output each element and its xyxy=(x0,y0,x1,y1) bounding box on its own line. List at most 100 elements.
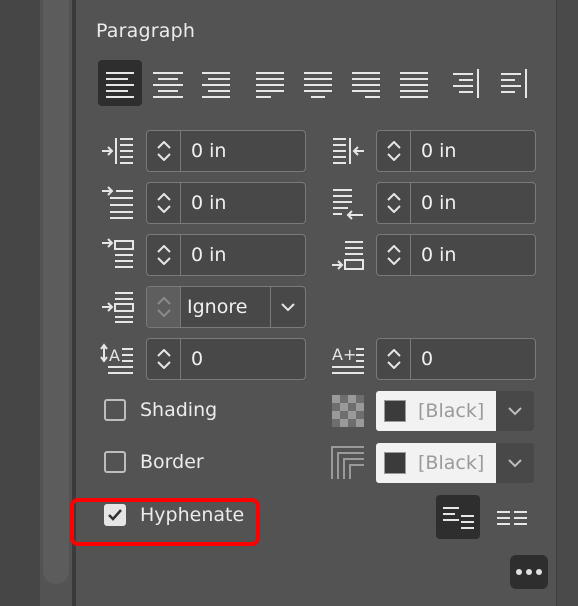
chevron-up-icon[interactable] xyxy=(386,349,401,357)
align-left-button[interactable] xyxy=(98,60,142,106)
align-away-from-spine-icon xyxy=(501,69,527,98)
align-right-button[interactable] xyxy=(194,60,238,106)
more-options-button[interactable] xyxy=(510,555,548,589)
align-to-grid-stepper xyxy=(147,287,181,327)
chevron-up-icon[interactable] xyxy=(386,245,401,253)
first-line-indent-stepper[interactable] xyxy=(147,183,181,223)
align-left-icon xyxy=(106,72,134,98)
alignment-toolbar xyxy=(98,60,538,106)
dot-icon xyxy=(536,569,542,575)
color-swatch xyxy=(384,452,406,474)
left-indent-field[interactable]: 0 in xyxy=(146,130,306,172)
chevron-down-icon[interactable] xyxy=(156,205,171,213)
justify-left-icon xyxy=(256,72,284,98)
chevron-up-icon[interactable] xyxy=(156,245,171,253)
last-line-indent-stepper[interactable] xyxy=(377,183,411,223)
right-indent-field[interactable]: 0 in xyxy=(376,130,536,172)
justify-right-button[interactable] xyxy=(344,60,388,106)
right-indent-value[interactable]: 0 in xyxy=(411,131,535,171)
right-panel-edge xyxy=(556,0,578,606)
drop-cap-characters-field[interactable]: 0 xyxy=(376,338,536,380)
columns-layout-button[interactable] xyxy=(490,495,534,539)
chevron-up-icon[interactable] xyxy=(156,349,171,357)
svg-text:A+: A+ xyxy=(332,345,356,364)
panel-title: Paragraph xyxy=(96,20,196,42)
drop-cap-lines-icon: A xyxy=(100,343,133,374)
drop-cap-lines-stepper[interactable] xyxy=(147,339,181,379)
align-center-button[interactable] xyxy=(146,60,190,106)
border-color-dropdown[interactable]: [Black] xyxy=(376,443,534,483)
chevron-down-icon[interactable] xyxy=(386,153,401,161)
space-after-icon xyxy=(332,241,364,270)
chevron-down-icon xyxy=(281,303,295,312)
shading-option[interactable]: Shading xyxy=(104,395,217,425)
dot-icon xyxy=(516,569,522,575)
border-style-icon xyxy=(331,446,364,479)
shading-color-label: [Black] xyxy=(418,400,485,422)
left-indent-stepper[interactable] xyxy=(147,131,181,171)
dropdown-toggle[interactable] xyxy=(496,391,534,431)
drop-cap-characters-value[interactable]: 0 xyxy=(411,339,535,379)
svg-text:A: A xyxy=(109,346,120,365)
chevron-down-icon[interactable] xyxy=(386,257,401,265)
columns-icon xyxy=(497,511,527,525)
drop-cap-lines-field[interactable]: 0 xyxy=(146,338,306,380)
chevron-down-icon xyxy=(508,407,522,416)
chevron-down-icon[interactable] xyxy=(156,153,171,161)
chevron-down-icon[interactable] xyxy=(156,257,171,265)
align-to-grid-dropdown[interactable]: Ignore xyxy=(146,286,306,328)
align-center-icon xyxy=(153,72,183,98)
align-to-grid-icon xyxy=(102,292,134,323)
chevron-down-icon[interactable] xyxy=(156,361,171,369)
left-gutter xyxy=(0,0,40,606)
justify-left-button[interactable] xyxy=(248,60,292,106)
border-checkbox[interactable] xyxy=(104,451,126,473)
last-line-indent-value[interactable]: 0 in xyxy=(411,183,535,223)
dropdown-toggle[interactable] xyxy=(271,287,305,327)
drop-cap-characters-icon: A+ xyxy=(332,345,364,374)
dot-icon xyxy=(526,569,532,575)
justify-center-button[interactable] xyxy=(296,60,340,106)
right-indent-icon xyxy=(333,138,364,164)
annotation-highlight-box xyxy=(70,498,260,546)
justify-all-button[interactable] xyxy=(392,60,436,106)
drop-cap-lines-value[interactable]: 0 xyxy=(181,339,305,379)
right-indent-stepper[interactable] xyxy=(377,131,411,171)
shading-checkbox[interactable] xyxy=(104,399,126,421)
border-option[interactable]: Border xyxy=(104,447,204,477)
align-away-from-spine-button[interactable] xyxy=(492,60,536,106)
space-after-field[interactable]: 0 in xyxy=(376,234,536,276)
space-before-icon xyxy=(102,238,134,268)
color-swatch xyxy=(384,400,406,422)
shading-color-dropdown[interactable]: [Black] xyxy=(376,391,534,431)
first-line-indent-field[interactable]: 0 in xyxy=(146,182,306,224)
align-right-icon xyxy=(202,72,230,98)
drop-cap-characters-stepper[interactable] xyxy=(377,339,411,379)
chevron-up-icon[interactable] xyxy=(386,193,401,201)
last-line-indent-field[interactable]: 0 in xyxy=(376,182,536,224)
space-after-value[interactable]: 0 in xyxy=(411,235,535,275)
dropdown-toggle[interactable] xyxy=(496,443,534,483)
chevron-down-icon xyxy=(156,309,171,317)
first-line-indent-icon xyxy=(102,186,133,219)
chevron-up-icon xyxy=(156,297,171,305)
space-before-stepper[interactable] xyxy=(147,235,181,275)
chevron-up-icon[interactable] xyxy=(386,141,401,149)
scrollbar-thumb[interactable] xyxy=(43,0,69,584)
align-toward-spine-button[interactable] xyxy=(444,60,488,106)
border-label: Border xyxy=(140,451,204,473)
left-indent-value[interactable]: 0 in xyxy=(181,131,305,171)
chevron-down-icon[interactable] xyxy=(386,361,401,369)
align-to-grid-value[interactable]: Ignore xyxy=(181,287,271,327)
space-before-field[interactable]: 0 in xyxy=(146,234,306,276)
space-before-value[interactable]: 0 in xyxy=(181,235,305,275)
balance-ragged-lines-button[interactable] xyxy=(436,495,480,539)
chevron-down-icon[interactable] xyxy=(386,205,401,213)
space-after-stepper[interactable] xyxy=(377,235,411,275)
shading-color-display[interactable]: [Black] xyxy=(376,391,496,431)
first-line-indent-value[interactable]: 0 in xyxy=(181,183,305,223)
border-color-display[interactable]: [Black] xyxy=(376,443,496,483)
chevron-up-icon[interactable] xyxy=(156,141,171,149)
chevron-up-icon[interactable] xyxy=(156,193,171,201)
balance-ragged-lines-icon xyxy=(443,507,474,529)
